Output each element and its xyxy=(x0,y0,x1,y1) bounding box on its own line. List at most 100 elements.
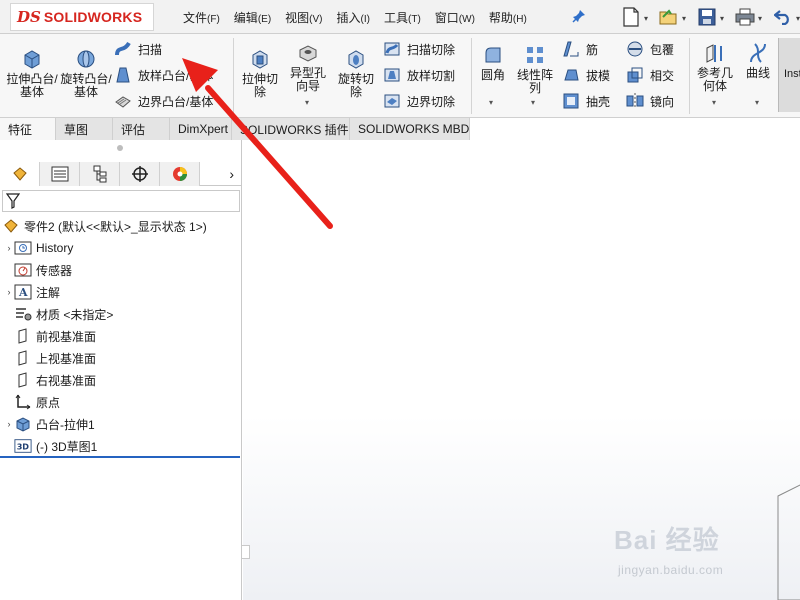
chevron-down-icon[interactable]: ▾ xyxy=(644,14,648,23)
plane-icon xyxy=(14,327,32,345)
print-button[interactable]: ▾ xyxy=(726,3,764,31)
tab-features[interactable]: 特征 xyxy=(0,118,56,140)
extruded-boss-button[interactable]: 拉伸凸台/基体 xyxy=(6,48,58,99)
chevron-right-icon[interactable]: › xyxy=(200,162,240,186)
tree-item-boss-extrude[interactable]: › 凸台-拉伸1 xyxy=(0,413,240,435)
chevron-down-icon[interactable]: ▾ xyxy=(712,98,716,107)
chevron-down-icon[interactable]: ▾ xyxy=(305,98,309,107)
tab-dimxpert[interactable]: DimXpert xyxy=(170,118,232,140)
lofted-cut-button[interactable]: 放样切割 xyxy=(383,66,455,84)
expand-arrow-icon[interactable]: › xyxy=(4,243,14,253)
chevron-down-icon[interactable]: ▾ xyxy=(489,98,493,107)
crosshair-icon xyxy=(131,166,148,182)
draft-button[interactable]: 拔模 xyxy=(562,66,610,84)
menu-file[interactable]: 文件(F) xyxy=(176,9,227,26)
ribbon-separator xyxy=(233,38,234,114)
reference-geometry-button[interactable]: 参考几何体 xyxy=(694,42,736,93)
linear-pattern-label: 线性阵列 xyxy=(516,68,553,95)
tree-item-annotations[interactable]: › A 注解 xyxy=(0,281,240,303)
panel-collapse-handle[interactable] xyxy=(242,545,250,559)
new-button[interactable]: ▾ xyxy=(612,3,650,31)
menu-edit[interactable]: 编辑(E) xyxy=(227,9,278,26)
sweep-button[interactable]: 扫描 xyxy=(114,40,162,58)
lofted-cut-label: 放样切割 xyxy=(407,68,456,83)
intersect-button[interactable]: 相交 xyxy=(626,66,674,84)
loft-boss-button[interactable]: 放样凸台/基体 xyxy=(114,66,213,84)
revolved-boss-icon xyxy=(77,50,95,68)
expand-arrow-icon[interactable]: › xyxy=(4,287,14,297)
annotation-icon: A xyxy=(14,283,32,301)
lofted-cut-icon xyxy=(384,68,400,82)
undo-button[interactable]: ▾ xyxy=(764,3,800,31)
menu-view[interactable]: 视图(V) xyxy=(278,9,329,26)
mirror-button[interactable]: 镜向 xyxy=(626,92,674,110)
menu-insert[interactable]: 插入(I) xyxy=(330,9,377,26)
revolved-cut-button[interactable]: 旋转切除 xyxy=(334,48,378,99)
instant3d-button[interactable]: Inst xyxy=(778,38,800,112)
solidworks-logo[interactable]: DS SOLIDWORKS xyxy=(10,3,154,31)
expand-arrow-icon[interactable]: › xyxy=(4,419,14,429)
tab-sketch[interactable]: 草图 xyxy=(56,118,113,140)
chevron-down-icon[interactable]: ▾ xyxy=(720,14,724,23)
tab-dimxpert-manager[interactable] xyxy=(120,162,160,186)
tree-item-label: History xyxy=(36,241,74,255)
tab-display-manager[interactable] xyxy=(160,162,200,186)
chevron-down-icon[interactable]: ▾ xyxy=(758,14,762,23)
panel-grip[interactable] xyxy=(117,145,123,151)
boundary-cut-icon xyxy=(384,94,400,108)
hole-wizard-button[interactable]: 异型孔向导 xyxy=(286,42,330,93)
tab-configuration-manager[interactable] xyxy=(80,162,120,186)
tab-evaluate[interactable]: 评估 xyxy=(113,118,170,140)
menu-window[interactable]: 窗口(W) xyxy=(428,9,482,26)
pin-icon[interactable] xyxy=(572,9,586,23)
tab-property-manager[interactable] xyxy=(40,162,80,186)
print-icon xyxy=(735,8,755,26)
tree-item-front-plane[interactable]: 前视基准面 xyxy=(0,325,240,347)
tree-filter-input[interactable] xyxy=(2,190,240,212)
tree-item-material[interactable]: 材质 <未指定> xyxy=(0,303,240,325)
chevron-down-icon[interactable]: ▾ xyxy=(682,14,686,23)
tree-item-history[interactable]: › History xyxy=(0,237,240,259)
3d-sketch-icon: 3D xyxy=(14,437,32,455)
curves-label: 曲线 xyxy=(745,66,770,80)
tree-item-origin[interactable]: 原点 xyxy=(0,391,240,413)
save-button[interactable]: ▾ xyxy=(688,3,726,31)
shell-button[interactable]: 抽壳 xyxy=(562,92,610,110)
mirror-label: 镜向 xyxy=(650,94,675,109)
rib-label: 筋 xyxy=(586,42,599,57)
revolved-boss-button[interactable]: 旋转凸台/基体 xyxy=(60,48,112,99)
tree-item-top-plane[interactable]: 上视基准面 xyxy=(0,347,240,369)
tree-item-3d-sketch[interactable]: 3D (-) 3D草图1 xyxy=(0,435,240,457)
curves-button[interactable]: 曲线 xyxy=(740,42,776,80)
tree-item-sensors[interactable]: 传感器 xyxy=(0,259,240,281)
tree-item-label: 前视基准面 xyxy=(36,329,97,344)
svg-text:A: A xyxy=(18,286,28,299)
svg-text:3D: 3D xyxy=(17,442,30,452)
fillet-button[interactable]: 圆角 xyxy=(476,44,510,82)
tab-solidworks-addins[interactable]: SOLIDWORKS 插件 xyxy=(232,118,350,140)
tree-root-part[interactable]: 零件2 (默认<<默认>_显示状态 1>) xyxy=(0,215,240,237)
linear-pattern-button[interactable]: 线性阵列 xyxy=(513,44,557,95)
open-icon xyxy=(659,9,677,25)
rib-button[interactable]: 筋 xyxy=(562,40,598,58)
menu-help[interactable]: 帮助(H) xyxy=(482,9,534,26)
tab-feature-manager[interactable] xyxy=(0,162,40,186)
extruded-cut-button[interactable]: 拉伸切除 xyxy=(238,48,282,99)
open-button[interactable]: ▾ xyxy=(650,3,688,31)
chevron-down-icon[interactable]: ▾ xyxy=(796,14,800,23)
rollback-bar[interactable] xyxy=(0,456,240,458)
boundary-boss-button[interactable]: 边界凸台/基体 xyxy=(114,92,213,110)
menu-tools[interactable]: 工具(T) xyxy=(377,9,428,26)
feature-manager-icon xyxy=(12,167,27,181)
chevron-down-icon[interactable]: ▾ xyxy=(531,98,535,107)
chevron-down-icon[interactable]: ▾ xyxy=(755,98,759,107)
tab-solidworks-mbd[interactable]: SOLIDWORKS MBD xyxy=(350,118,470,140)
tree-item-right-plane[interactable]: 右视基准面 xyxy=(0,369,240,391)
shell-label: 抽壳 xyxy=(586,94,611,109)
tree-item-label: (-) 3D草图1 xyxy=(36,439,98,454)
boundary-cut-button[interactable]: 边界切除 xyxy=(383,92,455,110)
wrap-button[interactable]: 包覆 xyxy=(626,40,674,58)
material-icon xyxy=(14,305,32,323)
loft-boss-icon xyxy=(116,67,130,83)
swept-cut-button[interactable]: 扫描切除 xyxy=(383,40,455,58)
